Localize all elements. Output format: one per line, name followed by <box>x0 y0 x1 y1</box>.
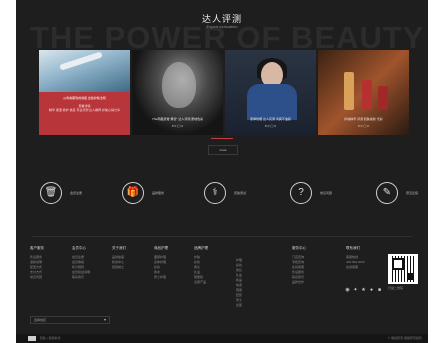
footer-col-categories: 护理 彩妆 香氛 礼盒 新品 热卖 限量 套装 男士 全部 <box>236 258 242 308</box>
service-bar: 🗑 会员注册 🎁 品牌服务 ⚕ 皮肤测试 ? 常见问题 ✎ 意见反馈 <box>40 182 420 208</box>
product-bottle <box>344 72 354 110</box>
chat-icon[interactable]: ● <box>369 288 374 293</box>
footer-col-customer-service: 客户服务 售后服务 退换说明 配送方式 支付方式 常见问题 <box>30 246 44 280</box>
footer-col-about: 关于我们 品牌故事 新闻中心 招贤纳士 <box>112 246 126 270</box>
card-image-body <box>247 84 297 120</box>
more-accent-line <box>211 138 233 139</box>
footer-col-heading: 品牌护理 <box>194 246 208 250</box>
footer-link[interactable]: 男士护理 <box>154 275 168 280</box>
stethoscope-icon: ⚕ <box>204 182 226 204</box>
card-caption: 护肤精华 评测 肌肤焕新 光彩 <box>344 117 383 121</box>
trash-icon: 🗑 <box>40 182 62 204</box>
footer-col-service-center: 服务中心 门店查询 专柜查询 在线客服 售后服务 联系我们 品牌合作 <box>292 246 306 285</box>
product-bottle <box>378 86 388 110</box>
card-caption: 夏季防晒 达人实测 清爽不油腻 <box>250 117 291 121</box>
brand-logo[interactable] <box>28 336 36 341</box>
card-red-text: 精华 保湿 修护 焕亮 专业评测 达人推荐 护肤心得分享 <box>48 108 120 112</box>
footer-col-heading: 客户服务 <box>30 246 44 250</box>
footer-col-brand-care: 品牌护理 护肤 彩妆 香氛 礼盒 限量版 全部产品 <box>194 246 208 285</box>
footer-col-heading: 关于我们 <box>112 246 126 250</box>
footer-link[interactable]: 全部 <box>236 303 242 308</box>
footer-col-member: 会员中心 会员注册 会员等级 积分规则 会员权益说明 联系我们 <box>72 246 90 280</box>
chevron-down-icon: ▾ <box>103 317 106 322</box>
card-caption: YSL明星唇膏“黑管” 达人评测 质地色彩 <box>151 117 204 121</box>
footer-col-heading: 会员中心 <box>72 246 86 250</box>
footer-link[interactable]: 常见问题 <box>30 275 44 280</box>
footer-link[interactable]: 全部产品 <box>194 280 208 285</box>
footer-col-heading: 商品护理 <box>154 246 168 250</box>
review-card-3[interactable]: 夏季防晒 达人实测 清爽不油腻 ♥ 0 ◯ 0 <box>225 50 316 135</box>
pen-icon: ✎ <box>376 182 398 204</box>
review-card-2[interactable]: YSL明星唇膏“黑管” 达人评测 质地色彩 ♥ 0 ◯ 0 <box>132 50 223 135</box>
social-links: ◉ ✦ ★ ● ■ <box>345 288 382 293</box>
card-stats: ♥ 0 ◯ 0 <box>265 124 276 128</box>
region-select[interactable]: 选择地区 ▾ <box>30 316 110 324</box>
footer-col-heading: 服务中心 <box>292 246 306 250</box>
review-cards: 从青春期到成熟肌 这些护肤法则 查看详情 精华 保湿 修护 焕亮 专业评测 达人… <box>39 50 409 135</box>
service-label: 皮肤测试 <box>234 191 247 195</box>
card-red-body: 查看详情 精华 保湿 修护 焕亮 专业评测 达人推荐 护肤心得分享 <box>45 104 124 112</box>
service-label: 常见问题 <box>320 191 333 195</box>
card-red-title: 从青春期到成熟肌 这些护肤法则 <box>63 96 106 100</box>
footer-col-heading: 联系我们 <box>346 246 360 250</box>
product-bottle <box>362 80 372 110</box>
service-label: 意见反馈 <box>406 191 419 195</box>
footer-col-product-care: 商品护理 面部护理 身体护理 彩妆 香水 男士护理 <box>154 246 168 280</box>
footer-link[interactable]: 品牌合作 <box>292 280 306 285</box>
card-stats: ♥ 0 ◯ 0 <box>358 124 369 128</box>
card-red-panel: 从青春期到成熟肌 这些护肤法则 查看详情 精华 保湿 修护 焕亮 专业评测 达人… <box>39 92 130 135</box>
bottom-bar: 隐私 | 使用条款 © 版权所有 保留所有权利 <box>16 334 428 343</box>
weibo-icon[interactable]: ✦ <box>353 288 358 293</box>
review-card-4[interactable]: 护肤精华 评测 肌肤焕新 光彩 ♥ 0 ◯ 0 <box>318 50 409 135</box>
footer-col-contact: 联系我们 客服热线 400-000-0000 在线客服 <box>346 246 365 270</box>
mail-icon[interactable]: ■ <box>377 288 382 293</box>
footer-link[interactable]: 联系我们 <box>72 275 90 280</box>
legal-links[interactable]: 隐私 | 使用条款 <box>40 336 60 340</box>
qr-label: 扫描二维码 <box>388 286 404 290</box>
service-label: 会员注册 <box>70 191 83 195</box>
question-icon: ? <box>290 182 312 204</box>
footer-links: 客户服务 售后服务 退换说明 配送方式 支付方式 常见问题 会员中心 会员注册 … <box>30 246 390 326</box>
section-subtitle: Expert evaluation <box>206 24 238 29</box>
review-card-1[interactable]: 从青春期到成熟肌 这些护肤法则 查看详情 精华 保湿 修护 焕亮 专业评测 达人… <box>39 50 130 135</box>
wechat-icon[interactable]: ◉ <box>345 288 350 293</box>
card-stats: ♥ 0 ◯ 0 <box>172 124 183 128</box>
footer-link[interactable]: 招贤纳士 <box>112 265 126 270</box>
card-image <box>162 62 196 108</box>
copyright: © 版权所有 保留所有权利 <box>388 336 422 340</box>
page: THE POWER OF BEAUTY 达人评测 Expert evaluati… <box>16 0 428 343</box>
gift-icon: 🎁 <box>122 182 144 204</box>
service-label: 品牌服务 <box>152 191 165 195</box>
star-icon[interactable]: ★ <box>361 288 366 293</box>
footer-divider <box>32 236 412 237</box>
region-select-value: 选择地区 <box>34 318 47 322</box>
more-button[interactable]: more <box>208 145 238 155</box>
footer-link[interactable]: 在线客服 <box>346 265 365 270</box>
qr-code <box>388 254 418 284</box>
